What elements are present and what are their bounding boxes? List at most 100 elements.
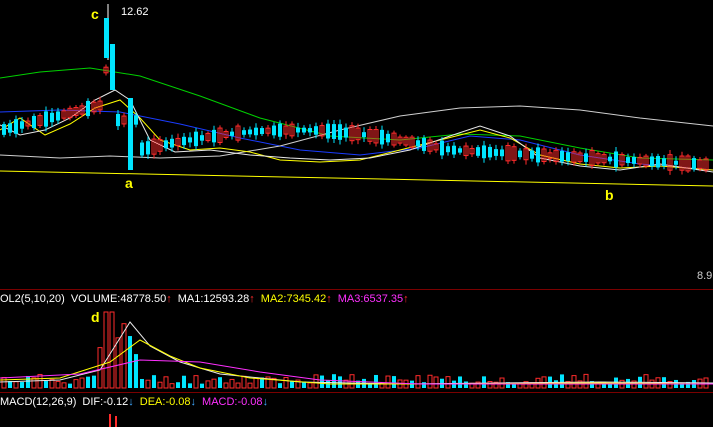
candle-body-down bbox=[182, 136, 186, 146]
macd-indicator-bar: MACD(12,26,9) DIF:-0.12↓ DEA:-0.08↓ MACD… bbox=[0, 395, 268, 409]
volume-bar-up bbox=[241, 375, 247, 389]
candle-body-down bbox=[560, 150, 564, 162]
marker-c: c bbox=[91, 6, 99, 22]
volume-bar-down bbox=[44, 381, 48, 388]
volume-bar-up bbox=[247, 382, 253, 389]
candle-body-down bbox=[386, 133, 390, 143]
volume-bar-up bbox=[211, 378, 217, 389]
volume-bar-down bbox=[134, 354, 138, 388]
candle-body-down bbox=[458, 148, 462, 153]
candle-body-down bbox=[14, 119, 18, 134]
candle-body-down bbox=[56, 111, 60, 121]
volume-ma-yellow bbox=[0, 339, 713, 385]
volume-bar-up bbox=[433, 376, 439, 389]
candle-body-down bbox=[632, 156, 636, 164]
volume-indicator-bar: OL2(5,10,20) VOLUME:48778.50↑ MA1:12593.… bbox=[0, 292, 409, 306]
volume-bar-down bbox=[182, 375, 186, 388]
candle-body-down bbox=[482, 145, 486, 159]
up-arrow-icon: ↑ bbox=[403, 293, 409, 305]
candle-body-down bbox=[530, 150, 534, 159]
volume-bar-down bbox=[374, 374, 378, 388]
marker-b: b bbox=[605, 187, 614, 203]
candle-body-down bbox=[566, 152, 570, 161]
volume-bar-up bbox=[163, 376, 169, 389]
volume-bar-up bbox=[235, 382, 241, 389]
stock-chart-window: c 12.62 a b 8.9 OL2(5,10,20) VOLUME:4877… bbox=[0, 0, 713, 427]
candle-body-down bbox=[674, 160, 678, 165]
chart-canvas[interactable] bbox=[0, 0, 713, 427]
candle-body-down bbox=[584, 153, 588, 162]
up-arrow-icon: ↑ bbox=[166, 293, 172, 305]
candle-body-down bbox=[272, 125, 276, 136]
candle-body-down bbox=[110, 44, 115, 90]
dif-value: DIF:-0.12↓ bbox=[82, 396, 134, 408]
volume-bar-down bbox=[68, 383, 72, 388]
candle-body-down bbox=[332, 124, 336, 139]
volume-bar-down bbox=[20, 382, 24, 388]
volume-bar-down bbox=[278, 383, 282, 388]
candle-body-down bbox=[536, 147, 540, 163]
volume-bar-down bbox=[458, 376, 462, 388]
volume-bar-up bbox=[253, 377, 259, 389]
candle-body-down bbox=[278, 123, 282, 137]
volume-ma-magenta bbox=[0, 359, 713, 385]
volume-bar-down bbox=[176, 382, 180, 388]
candle-body-down bbox=[626, 157, 630, 163]
right-axis-price-label: 8.9 bbox=[697, 270, 713, 282]
candle-body-down bbox=[314, 126, 318, 135]
down-arrow-icon: ↓ bbox=[262, 396, 269, 408]
candle-body-down bbox=[230, 131, 234, 136]
volume-bar-down bbox=[392, 376, 396, 388]
candle-body-down bbox=[608, 156, 612, 162]
volume-bar-up bbox=[307, 382, 313, 389]
high-price-label: 12.62 bbox=[121, 6, 149, 18]
candle-body-down bbox=[656, 156, 660, 168]
candle-body-down bbox=[296, 127, 300, 133]
candle-body-down bbox=[188, 137, 192, 143]
volume-bar-up bbox=[145, 379, 151, 389]
volume-bar-down bbox=[422, 382, 426, 388]
candle-body-down bbox=[212, 129, 216, 143]
volume-bar-up bbox=[229, 378, 235, 389]
candle-body-down bbox=[422, 138, 426, 151]
candle-body-down bbox=[344, 127, 348, 138]
volume-bar-up bbox=[223, 382, 229, 389]
volume-bar-up bbox=[73, 379, 79, 389]
ma3-value: MA3:6537.35↑ bbox=[337, 293, 409, 305]
down-arrow-icon: ↓ bbox=[190, 396, 197, 408]
candle-body-down bbox=[692, 158, 696, 170]
candle-body-down bbox=[518, 150, 522, 158]
candle-body-down bbox=[86, 100, 90, 117]
marker-a: a bbox=[125, 175, 133, 191]
volume-bar-down bbox=[218, 377, 222, 388]
candle-body-down bbox=[164, 140, 168, 149]
volume-bar-down bbox=[92, 375, 96, 388]
volume-bar-up bbox=[79, 377, 85, 389]
volume-bar-up bbox=[55, 380, 61, 389]
volume-bar-down bbox=[200, 383, 204, 388]
candle-body-down bbox=[650, 156, 654, 167]
macd-header[interactable]: MACD(12,26,9) bbox=[0, 396, 76, 408]
volume-bar-up bbox=[385, 375, 391, 389]
volume-bar-up bbox=[13, 381, 19, 389]
volume-bar-up bbox=[193, 375, 199, 389]
candle-body-down bbox=[242, 130, 246, 135]
candle-body-down bbox=[50, 112, 54, 123]
ma-line-green bbox=[0, 67, 713, 161]
volume-bar-up bbox=[49, 379, 55, 389]
volume-bar-down bbox=[482, 376, 486, 388]
volume-bar-up bbox=[643, 374, 649, 389]
volume-bar-down bbox=[86, 376, 90, 388]
volume-bar-up bbox=[313, 374, 319, 389]
volume-header[interactable]: OL2(5,10,20) bbox=[0, 293, 65, 305]
volume-bar-down bbox=[338, 376, 342, 388]
ma1-value: MA1:12593.28↑ bbox=[177, 293, 255, 305]
candle-body-down bbox=[446, 146, 450, 153]
volume-bar-up bbox=[445, 376, 451, 389]
marker-d: d bbox=[91, 309, 100, 325]
candle-body-down bbox=[614, 151, 618, 168]
candle-body-down bbox=[416, 140, 420, 147]
volume-bar-up bbox=[169, 383, 175, 389]
candle-body-down bbox=[146, 141, 150, 155]
down-arrow-icon: ↓ bbox=[128, 396, 134, 408]
